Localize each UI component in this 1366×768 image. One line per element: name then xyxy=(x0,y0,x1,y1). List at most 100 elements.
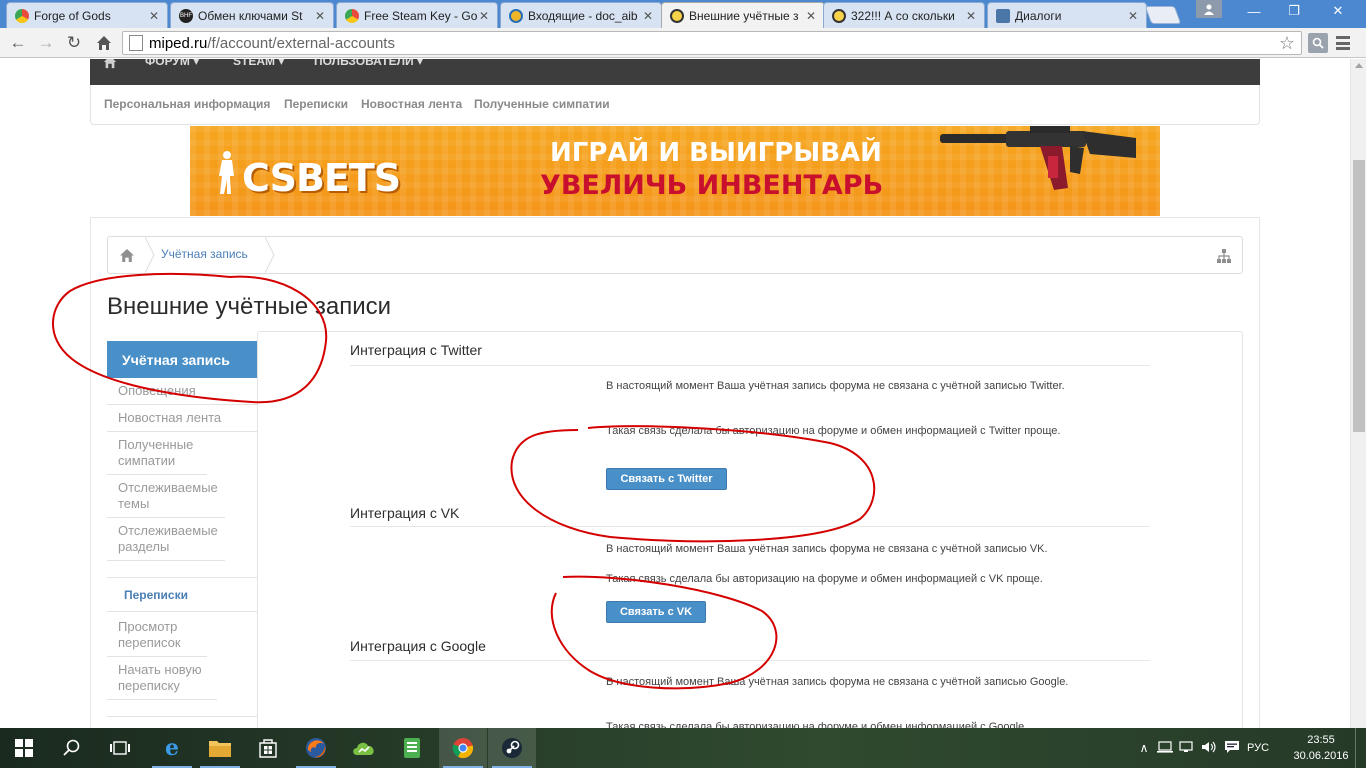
language-indicator[interactable]: РУС xyxy=(1244,742,1272,754)
breadcrumb-separator xyxy=(265,237,275,273)
new-tab-button[interactable] xyxy=(1144,6,1182,24)
tab-label: Внешние учётные з xyxy=(689,9,799,23)
action-center-icon[interactable] xyxy=(1220,740,1244,757)
bookmark-star-icon[interactable]: ☆ xyxy=(1279,33,1295,54)
tab-close-icon[interactable]: ✕ xyxy=(804,9,818,23)
sidebar-item-view-conversations[interactable]: Просмотр переписок xyxy=(107,614,207,657)
taskbar-chrome[interactable] xyxy=(439,728,487,768)
taskbar-store[interactable] xyxy=(244,728,292,768)
system-tray: ∧ РУС xyxy=(1134,728,1272,768)
tray-device-icon[interactable] xyxy=(1154,740,1176,756)
user-icon xyxy=(1204,4,1214,15)
tab-close-icon[interactable]: ✕ xyxy=(1126,9,1140,23)
steam-icon xyxy=(502,738,522,758)
tab-close-icon[interactable]: ✕ xyxy=(147,9,161,23)
tab-label: Free Steam Key - Go xyxy=(364,8,477,23)
sidebar-item-start-conversation[interactable]: Начать новую переписку xyxy=(107,657,217,700)
tab-free-steam-key[interactable]: Free Steam Key - Go ✕ xyxy=(336,2,498,28)
sidebar-item-received-likes[interactable]: Полученные симпатии xyxy=(107,432,207,475)
search-button[interactable] xyxy=(48,728,96,768)
taskbar-explorer[interactable] xyxy=(196,728,244,768)
store-icon xyxy=(259,739,277,758)
sitemap-icon[interactable] xyxy=(1216,248,1232,264)
edge-icon: e xyxy=(165,735,179,761)
breadcrumb-home[interactable] xyxy=(108,237,146,273)
page-icon xyxy=(129,35,143,51)
sidebar-item-account[interactable]: Учётная запись xyxy=(107,341,257,378)
address-bar[interactable]: miped.ru/f/account/external-accounts ☆ xyxy=(122,31,1302,55)
sidebar-divider xyxy=(107,699,257,717)
rifle-image xyxy=(940,126,1136,190)
extension-button[interactable] xyxy=(1308,33,1328,53)
subnav-news-feed[interactable]: Новостная лента xyxy=(361,97,462,111)
tab-thread[interactable]: 322!!! А со скольки ✕ xyxy=(823,2,985,28)
tab-external-accounts[interactable]: Внешние учётные з ✕ xyxy=(661,2,825,29)
nav-users[interactable]: ПОЛЬЗОВАТЕЛИ ▾ xyxy=(314,59,423,68)
taskbar-firefox[interactable] xyxy=(292,728,340,768)
scroll-up-icon[interactable] xyxy=(1355,63,1363,68)
tab-close-icon[interactable]: ✕ xyxy=(964,9,978,23)
back-button[interactable]: ← xyxy=(6,32,30,54)
start-button[interactable] xyxy=(0,728,48,768)
taskbar-notes-app[interactable] xyxy=(388,728,436,768)
sidebar-item-alerts[interactable]: Оповещения xyxy=(107,378,257,405)
taskbar-clock[interactable]: 23:55 30.06.2016 xyxy=(1290,732,1352,764)
tab-label: Обмен ключами St xyxy=(198,8,303,23)
subnav-conversations[interactable]: Переписки xyxy=(284,97,348,111)
windows-logo-icon xyxy=(15,739,33,757)
tab-key-exchange[interactable]: BHF Обмен ключами St ✕ xyxy=(170,2,334,28)
breadcrumb-account[interactable]: Учётная запись xyxy=(161,247,248,261)
task-view-button[interactable] xyxy=(96,728,144,768)
twitter-section-title: Интеграция с Twitter xyxy=(350,342,482,358)
forward-button[interactable]: → xyxy=(34,32,58,54)
page-title: Внешние учётные записи xyxy=(107,293,392,320)
link-twitter-button[interactable]: Связать с Twitter xyxy=(606,468,727,490)
subnav-personal-info[interactable]: Персональная информация xyxy=(104,97,270,111)
sidebar-item-watched-forums[interactable]: Отслеживаемые разделы xyxy=(107,518,225,561)
scrollbar-thumb[interactable] xyxy=(1353,160,1365,432)
tab-label: Диалоги xyxy=(1015,8,1062,23)
sidebar-item-watched-threads[interactable]: Отслеживаемые темы xyxy=(107,475,225,518)
taskbar-cloud-app[interactable] xyxy=(340,728,388,768)
banner-line1: ИГРАЙ И ВЫИГРЫВАЙ xyxy=(550,138,882,168)
section-divider xyxy=(350,365,1150,366)
volume-icon[interactable] xyxy=(1198,741,1220,756)
tab-dialogs[interactable]: Диалоги ✕ xyxy=(987,2,1147,28)
tab-close-icon[interactable]: ✕ xyxy=(641,9,655,23)
nav-forum[interactable]: ФОРУМ ▾ xyxy=(145,59,199,68)
subnav-received-likes[interactable]: Полученные симпатии xyxy=(474,97,610,111)
taskbar-steam[interactable] xyxy=(488,728,536,768)
maximize-button[interactable]: ❐ xyxy=(1276,0,1312,22)
csbets-banner[interactable]: CSBETS ИГРАЙ И ВЫИГРЫВАЙ УВЕЛИЧЬ ИНВЕНТА… xyxy=(190,126,1160,216)
network-icon[interactable] xyxy=(1176,740,1198,756)
link-vk-button[interactable]: Связать с VK xyxy=(606,601,706,623)
breadcrumb: Учётная запись xyxy=(107,236,1243,274)
tray-expand-icon[interactable]: ∧ xyxy=(1134,741,1154,755)
taskbar-edge[interactable]: e xyxy=(148,728,196,768)
banner-logo: CSBETS xyxy=(242,156,401,200)
soldier-silhouette-icon xyxy=(219,151,234,194)
home-button[interactable] xyxy=(92,32,116,54)
profile-button[interactable] xyxy=(1196,0,1222,18)
home-nav-icon[interactable] xyxy=(103,59,117,72)
home-icon xyxy=(120,248,134,262)
clock-date: 30.06.2016 xyxy=(1293,750,1349,762)
sidebar-item-news-feed[interactable]: Новостная лента xyxy=(107,405,257,432)
page-scrollbar[interactable] xyxy=(1350,59,1366,728)
reload-button[interactable]: ↻ xyxy=(62,32,86,54)
show-desktop-button[interactable] xyxy=(1355,728,1366,768)
tab-strip: Forge of Gods ✕ BHF Обмен ключами St ✕ F… xyxy=(0,0,1366,29)
home-icon xyxy=(97,36,111,50)
notes-icon xyxy=(404,738,420,758)
nav-steam[interactable]: STEAM ▾ xyxy=(233,59,284,68)
sidebar-group-conversations: Переписки xyxy=(107,577,257,612)
tab-forge-of-gods[interactable]: Forge of Gods ✕ xyxy=(6,2,168,28)
chrome-menu-button[interactable] xyxy=(1334,34,1352,52)
tab-close-icon[interactable]: ✕ xyxy=(477,9,491,23)
minimize-button[interactable]: — xyxy=(1236,0,1272,22)
tab-inbox[interactable]: Входящие - doc_aib ✕ xyxy=(500,2,662,28)
url-domain: miped.ru xyxy=(149,34,208,52)
google-section-title: Интеграция с Google xyxy=(350,638,486,654)
tab-close-icon[interactable]: ✕ xyxy=(313,9,327,23)
close-window-button[interactable]: ✕ xyxy=(1320,0,1356,22)
